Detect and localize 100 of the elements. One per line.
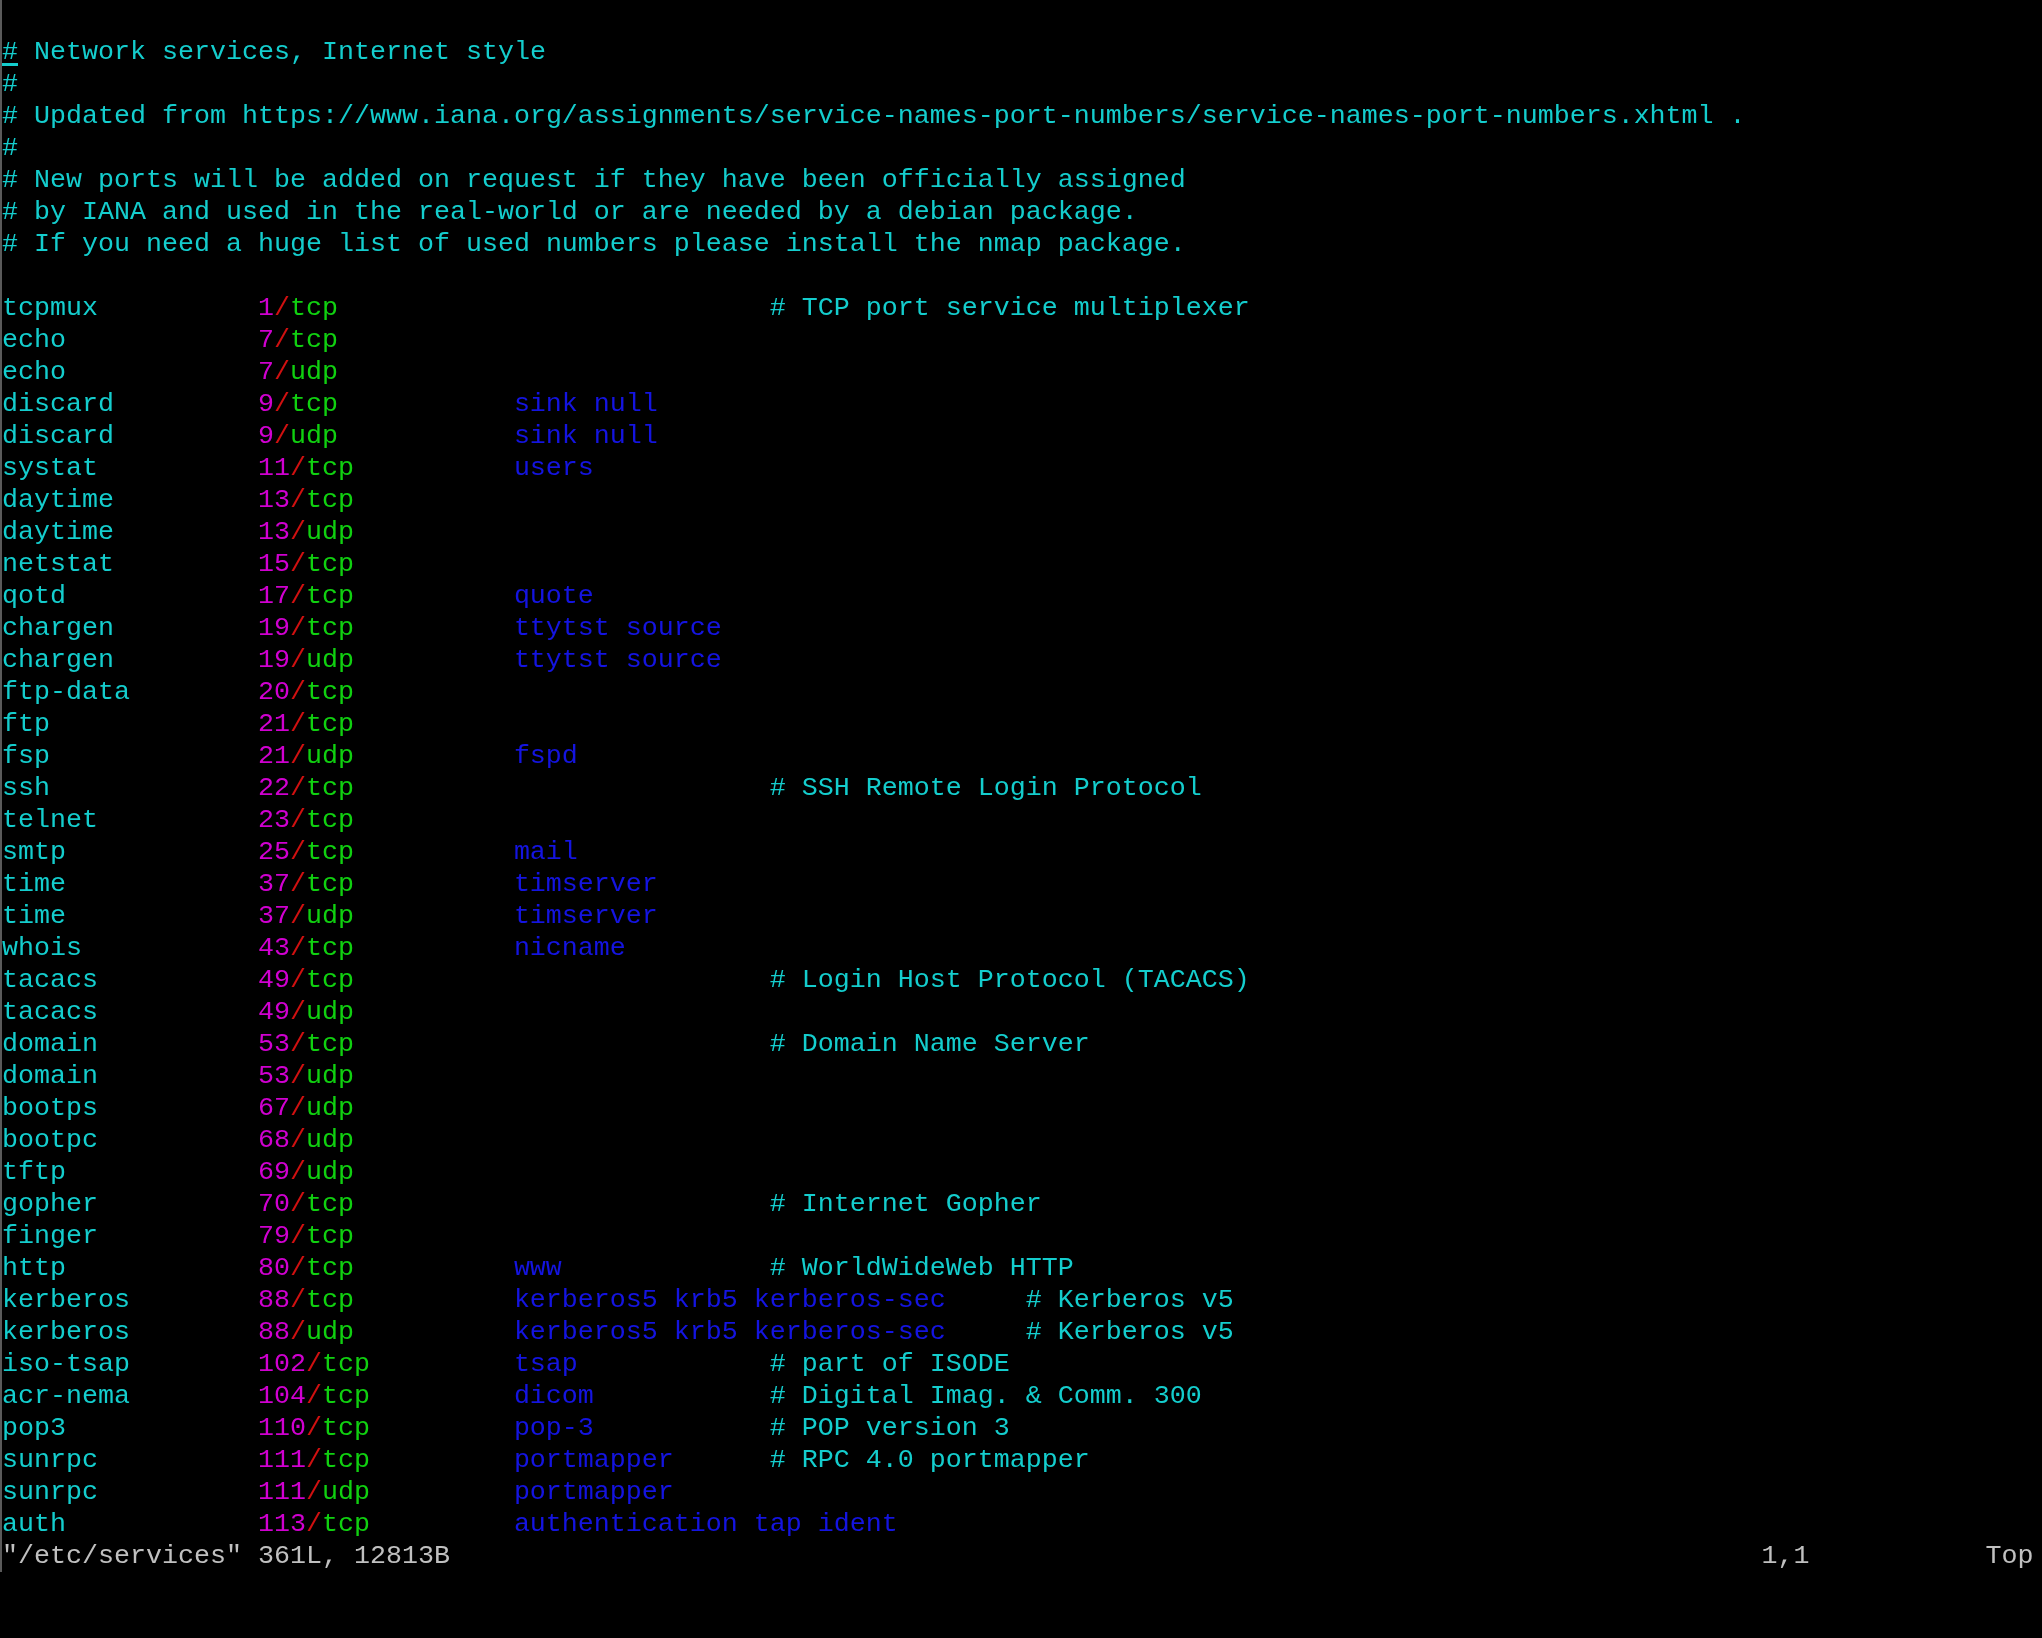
service-name: ftp-data — [2, 676, 131, 708]
comment-line: # — [2, 68, 18, 100]
comment-line: # Network services, Internet style — [2, 36, 546, 68]
service-name: gopher — [2, 1188, 99, 1220]
service-name: time — [2, 900, 67, 932]
service-name: echo — [2, 324, 67, 356]
entry-comment: # Internet Gopher — [769, 1188, 1042, 1220]
service-name: tftp — [2, 1156, 67, 1188]
port-protocol: 67/udp — [257, 1092, 355, 1124]
service-name: fsp — [2, 740, 51, 772]
port-protocol: 9/udp — [257, 420, 339, 452]
service-name: kerberos — [2, 1284, 131, 1316]
port-protocol: 49/tcp — [257, 964, 355, 996]
service-name: chargen — [2, 644, 115, 676]
service-aliases: dicom — [513, 1380, 595, 1412]
service-name: smtp — [2, 836, 67, 868]
file-info: "/etc/services" 361L, 12813B — [2, 1540, 450, 1572]
port-protocol: 21/tcp — [257, 708, 355, 740]
port-protocol: 110/tcp — [257, 1412, 371, 1444]
port-protocol: 80/tcp — [257, 1252, 355, 1284]
port-protocol: 104/tcp — [257, 1380, 371, 1412]
service-name: bootps — [2, 1092, 99, 1124]
service-name: tacacs — [2, 996, 99, 1028]
port-protocol: 113/tcp — [257, 1508, 371, 1540]
service-aliases: sink null — [513, 420, 659, 452]
service-name: sunrpc — [2, 1476, 99, 1508]
port-protocol: 19/udp — [257, 644, 355, 676]
entry-comment: # RPC 4.0 portmapper — [769, 1444, 1090, 1476]
entry-comment: # Kerberos v5 — [1025, 1284, 1234, 1316]
service-name: iso-tsap — [2, 1348, 131, 1380]
service-name: daytime — [2, 516, 115, 548]
comment-line: # by IANA and used in the real-world or are needed by a debian package. — [2, 196, 1138, 228]
service-aliases: pop-3 — [513, 1412, 595, 1444]
entry-comment: # SSH Remote Login Protocol — [769, 772, 1202, 804]
service-name: ssh — [2, 772, 51, 804]
service-aliases: quote — [513, 580, 595, 612]
service-aliases: authentication tap ident — [513, 1508, 899, 1540]
service-name: tacacs — [2, 964, 99, 996]
entry-comment: # WorldWideWeb HTTP — [769, 1252, 1074, 1284]
service-name: domain — [2, 1060, 99, 1092]
service-aliases: kerberos5 krb5 kerberos-sec — [513, 1284, 947, 1316]
service-aliases: sink null — [513, 388, 659, 420]
service-name: netstat — [2, 548, 115, 580]
entry-comment: # POP version 3 — [769, 1412, 1010, 1444]
service-name: auth — [2, 1508, 67, 1540]
service-name: finger — [2, 1220, 99, 1252]
service-name: discard — [2, 420, 115, 452]
service-name: kerberos — [2, 1316, 131, 1348]
service-name: systat — [2, 452, 99, 484]
service-aliases: mail — [513, 836, 579, 868]
port-protocol: 111/tcp — [257, 1444, 371, 1476]
service-name: daytime — [2, 484, 115, 516]
service-name: discard — [2, 388, 115, 420]
port-protocol: 15/tcp — [257, 548, 355, 580]
service-aliases: kerberos5 krb5 kerberos-sec — [513, 1316, 947, 1348]
service-name: qotd — [2, 580, 67, 612]
service-name: http — [2, 1252, 67, 1284]
service-aliases: fspd — [513, 740, 579, 772]
port-protocol: 111/udp — [257, 1476, 371, 1508]
service-aliases: nicname — [513, 932, 627, 964]
comment-line: # Updated from https://www.iana.org/assignments/service-names-port-numbers/service-names-port-numbers.xhtml . — [2, 100, 1746, 132]
port-protocol: 88/tcp — [257, 1284, 355, 1316]
service-name: ftp — [2, 708, 51, 740]
service-name: echo — [2, 356, 67, 388]
entry-comment: # TCP port service multiplexer — [769, 292, 1250, 324]
scroll-position: Top — [1985, 1540, 2034, 1572]
port-protocol: 43/tcp — [257, 932, 355, 964]
cursor-position: 1,1 — [1761, 1540, 1810, 1572]
port-protocol: 88/udp — [257, 1316, 355, 1348]
port-protocol: 13/tcp — [257, 484, 355, 516]
port-protocol: 1/tcp — [257, 292, 339, 324]
port-protocol: 102/tcp — [257, 1348, 371, 1380]
service-aliases: users — [513, 452, 595, 484]
service-name: pop3 — [2, 1412, 67, 1444]
port-protocol: 53/tcp — [257, 1028, 355, 1060]
port-protocol: 68/udp — [257, 1124, 355, 1156]
comment-line: # If you need a huge list of used numbers please install the nmap package. — [2, 228, 1186, 260]
port-protocol: 9/tcp — [257, 388, 339, 420]
entry-comment: # Login Host Protocol (TACACS) — [769, 964, 1250, 996]
service-aliases: portmapper — [513, 1444, 675, 1476]
service-aliases: timserver — [513, 868, 659, 900]
port-protocol: 17/tcp — [257, 580, 355, 612]
service-name: time — [2, 868, 67, 900]
entry-comment: # Kerberos v5 — [1025, 1316, 1234, 1348]
service-name: domain — [2, 1028, 99, 1060]
port-protocol: 25/tcp — [257, 836, 355, 868]
entry-comment: # Digital Imag. & Comm. 300 — [769, 1380, 1202, 1412]
port-protocol: 21/udp — [257, 740, 355, 772]
service-aliases: www — [513, 1252, 563, 1284]
service-name: telnet — [2, 804, 99, 836]
entry-comment: # part of ISODE — [769, 1348, 1010, 1380]
service-aliases: ttytst source — [513, 644, 723, 676]
port-protocol: 69/udp — [257, 1156, 355, 1188]
service-aliases: portmapper — [513, 1476, 675, 1508]
port-protocol: 37/udp — [257, 900, 355, 932]
service-aliases: ttytst source — [513, 612, 723, 644]
entry-comment: # Domain Name Server — [769, 1028, 1090, 1060]
service-name: whois — [2, 932, 83, 964]
port-protocol: 7/tcp — [257, 324, 339, 356]
port-protocol: 22/tcp — [257, 772, 355, 804]
